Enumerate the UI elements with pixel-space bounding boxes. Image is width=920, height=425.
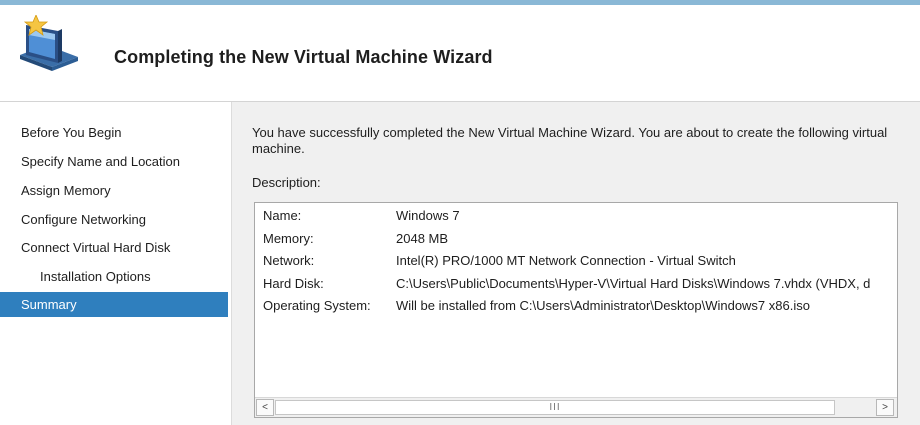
description-value: C:\Users\Public\Documents\Hyper-V\Virtua… — [396, 276, 871, 291]
nav-item-configure-networking[interactable]: Configure Networking — [0, 207, 228, 232]
nav-item-installation-options[interactable]: Installation Options — [0, 264, 228, 289]
description-value: Windows 7 — [396, 208, 460, 223]
scroll-right-button[interactable]: > — [876, 399, 894, 416]
description-row-operating-system: Operating System: Will be installed from … — [263, 297, 810, 315]
description-row-name: Name: Windows 7 — [263, 207, 460, 225]
description-key: Hard Disk: — [263, 276, 324, 291]
description-value: 2048 MB — [396, 231, 449, 246]
description-key: Memory: — [263, 231, 314, 246]
wizard-monitor-star-icon — [20, 15, 78, 71]
nav-item-connect-virtual-hard-disk[interactable]: Connect Virtual Hard Disk — [0, 235, 228, 260]
description-value: Intel(R) PRO/1000 MT Network Connection … — [396, 253, 736, 268]
nav-item-assign-memory[interactable]: Assign Memory — [0, 178, 228, 203]
wizard-nav: Before You Begin Specify Name and Locati… — [0, 102, 232, 425]
description-value: Will be installed from C:\Users\Administ… — [396, 298, 810, 313]
wizard-header: Completing the New Virtual Machine Wizar… — [0, 5, 920, 102]
nav-item-before-you-begin[interactable]: Before You Begin — [0, 120, 228, 145]
wizard-content: You have successfully completed the New … — [232, 102, 920, 425]
description-box[interactable]: Name: Windows 7 Memory: 2048 MB Network: In… — [254, 202, 898, 418]
page-title: Completing the New Virtual Machine Wizar… — [114, 47, 493, 67]
intro-text: You have successfully completed the New … — [252, 125, 888, 156]
description-row-hard-disk: Hard Disk: C:\Users\Public\Documents\Hype… — [263, 275, 870, 293]
description-key: Network: — [263, 253, 315, 268]
nav-item-specify-name-location[interactable]: Specify Name and Location — [0, 149, 228, 174]
description-row-network: Network: Intel(R) PRO/1000 MT Network Con… — [263, 252, 736, 270]
description-key: Operating System: — [263, 298, 371, 313]
horizontal-scrollbar[interactable]: < III > — [255, 397, 897, 417]
scrollbar-thumb[interactable]: III — [275, 400, 835, 415]
description-label: Description: — [252, 175, 321, 190]
scroll-left-button[interactable]: < — [256, 399, 274, 416]
nav-item-summary[interactable]: Summary — [0, 292, 228, 317]
description-key: Name: — [263, 208, 302, 223]
description-row-memory: Memory: 2048 MB — [263, 230, 448, 248]
